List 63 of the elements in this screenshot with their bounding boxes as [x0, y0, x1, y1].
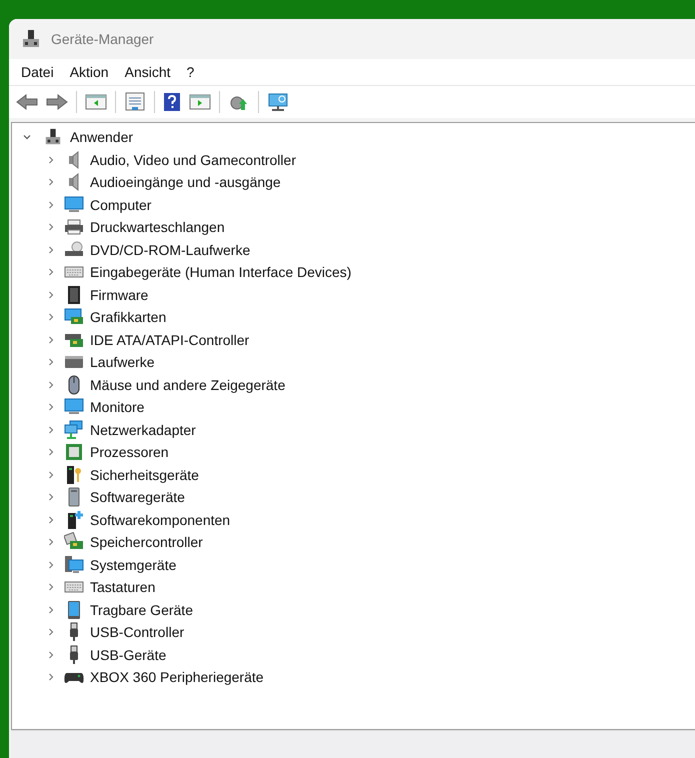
tree-item[interactable]: Audio, Video und Gamecontroller	[90, 152, 296, 168]
tree-item[interactable]: Firmware	[90, 286, 148, 303]
tree-item[interactable]: XBOX 360 Peripheriegeräte	[90, 669, 264, 686]
tree-item[interactable]: Mäuse und andere Zeigegeräte	[90, 376, 286, 393]
computer-tower-icon	[21, 29, 41, 49]
help-icon	[163, 92, 181, 112]
tree-item[interactable]: Softwarekomponenten	[90, 512, 230, 528]
chevron-icon[interactable]	[46, 244, 56, 255]
chevron-icon[interactable]	[46, 154, 56, 165]
cpu-icon	[64, 442, 84, 462]
tree-item[interactable]: Audioeingänge und -ausgänge	[90, 174, 281, 190]
menu-item[interactable]: Aktion	[62, 62, 117, 82]
printer-icon	[64, 217, 84, 238]
tree-item[interactable]: Eingabegeräte (Human Interface Devices)	[90, 264, 352, 280]
menu-item[interactable]: ?	[178, 62, 202, 82]
menu-item[interactable]: Datei	[13, 62, 62, 82]
chevron-icon[interactable]	[46, 537, 56, 548]
chevron-icon[interactable]	[46, 627, 56, 638]
chevron-icon[interactable]	[46, 290, 56, 300]
chevron-icon[interactable]	[46, 470, 56, 480]
network-icon	[64, 420, 84, 440]
chevron-icon[interactable]	[46, 447, 56, 458]
chevron-icon[interactable]	[46, 424, 56, 435]
tree-item[interactable]: Tastaturen	[90, 579, 156, 596]
chevron-icon[interactable]	[46, 200, 56, 210]
chevron-icon[interactable]	[46, 357, 56, 368]
tree-item[interactable]: Anwender	[70, 129, 134, 146]
chevron-icon[interactable]	[46, 582, 56, 592]
monitor-icon	[64, 194, 84, 215]
tree-item[interactable]: Softwaregeräte	[90, 489, 185, 506]
computer-tower-icon	[44, 128, 62, 146]
tree-item[interactable]: IDE ATA/ATAPI-Controller	[90, 332, 250, 348]
tree-item[interactable]: Computer	[90, 196, 152, 213]
system-icon	[64, 554, 84, 575]
chevron-icon[interactable]	[46, 177, 56, 188]
tree-item[interactable]: Tragbare Geräte	[90, 602, 193, 618]
tree-item[interactable]: USB-Controller	[90, 624, 184, 640]
chevron-icon[interactable]	[46, 604, 56, 615]
tree-item[interactable]: USB-Geräte	[90, 646, 166, 663]
chevron-icon[interactable]	[46, 402, 56, 412]
tree-item[interactable]: Netzwerkadapter	[90, 422, 196, 438]
chevron-icon[interactable]	[46, 492, 56, 502]
tree-item[interactable]: Druckwarteschlangen	[90, 219, 225, 236]
tree-item[interactable]: Systemgeräte	[90, 556, 176, 573]
chevron-icon[interactable]	[46, 514, 56, 525]
menu-item[interactable]: Ansicht	[116, 62, 179, 82]
chevron-icon[interactable]	[46, 312, 56, 322]
tree-item[interactable]: Speichercontroller	[90, 534, 203, 550]
chevron-icon[interactable]	[46, 222, 56, 232]
tree-item[interactable]: Prozessoren	[90, 444, 169, 460]
chevron-icon[interactable]	[46, 267, 56, 278]
tree-item[interactable]: Sicherheitsgeräte	[90, 466, 199, 483]
chevron-icon[interactable]	[46, 672, 56, 682]
tree-item[interactable]: Laufwerke	[90, 354, 155, 370]
tree-item[interactable]: DVD/CD-ROM-Laufwerke	[90, 242, 250, 258]
tree-item[interactable]: Grafikkarten	[90, 309, 166, 326]
chevron-icon[interactable]	[46, 650, 56, 660]
chevron-icon[interactable]	[46, 560, 56, 570]
window-title: Geräte-Manager	[51, 31, 154, 47]
chevron-icon[interactable]	[46, 334, 56, 345]
key-icon	[64, 464, 84, 485]
tree-item[interactable]: Monitore	[90, 399, 144, 416]
chevron-icon[interactable]	[46, 380, 56, 390]
